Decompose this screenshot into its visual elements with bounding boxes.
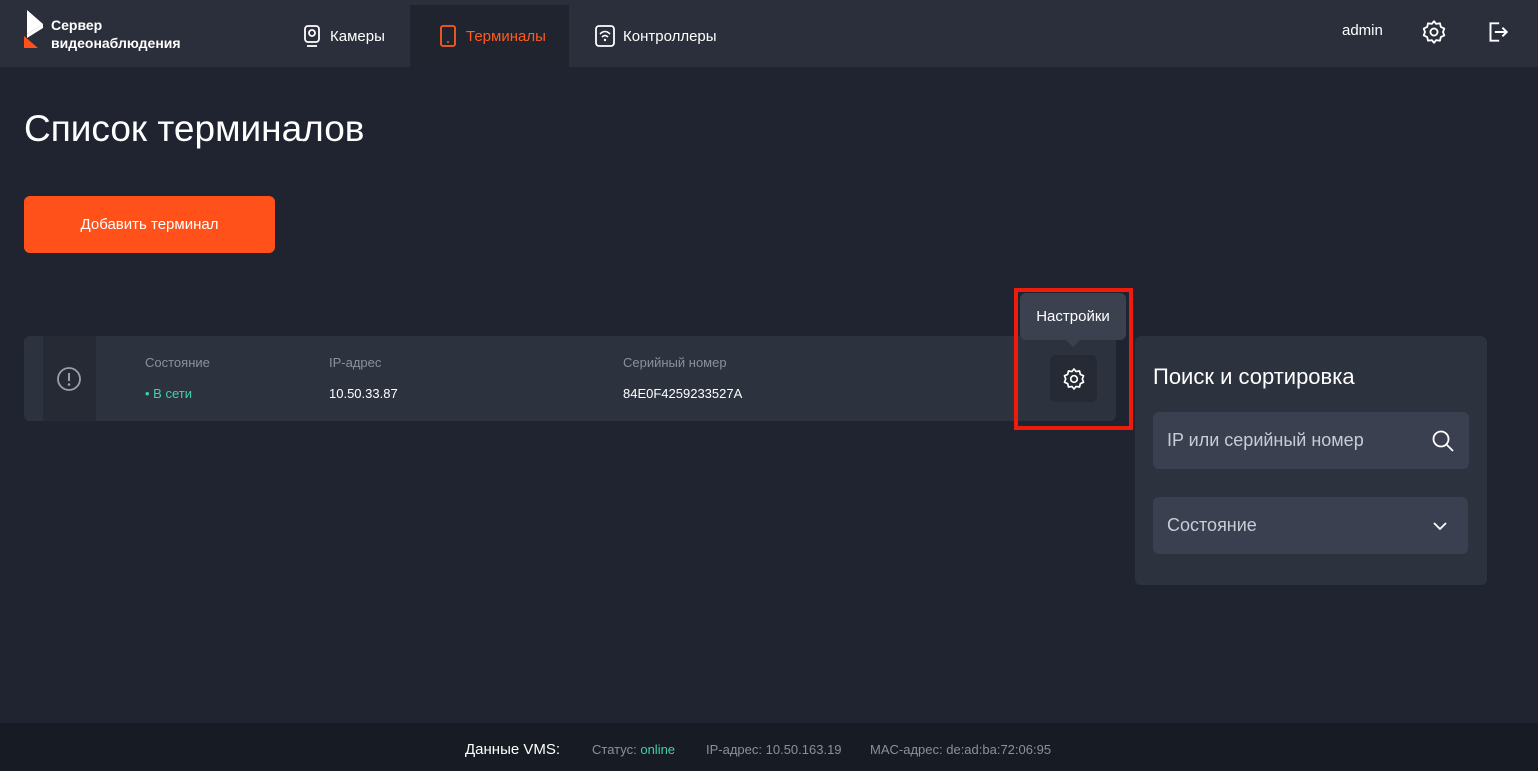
ip-label: IP-адрес: [329, 355, 382, 370]
tooltip-arrow: [1066, 340, 1080, 347]
nav-controllers-label: Контроллеры: [623, 27, 717, 45]
status-label: Состояние: [145, 355, 210, 370]
nav-controllers[interactable]: Контроллеры: [595, 5, 737, 67]
camera-icon: [304, 25, 320, 47]
nav-cameras[interactable]: Камеры: [302, 5, 405, 67]
logo-text: Сервер видеонаблюдения: [51, 16, 181, 52]
footer-mac: MAC-адрес: de:ad:ba:72:06:95: [870, 742, 1051, 757]
logo[interactable]: Сервер видеонаблюдения: [24, 10, 214, 52]
wifi-controller-icon: [595, 25, 615, 47]
ip-value: 10.50.33.87: [329, 386, 398, 401]
page-title: Список терминалов: [24, 108, 365, 149]
chevron-down-icon: [1433, 522, 1447, 531]
footer-title: Данные VMS:: [465, 741, 561, 758]
gear-icon[interactable]: [1421, 19, 1447, 45]
footer-mac-value: de:ad:ba:72:06:95: [946, 742, 1052, 757]
terminal-card[interactable]: Состояние • В сети IP-адрес 10.50.33.87 …: [24, 336, 1116, 421]
footer-ip-value: 10.50.163.19: [765, 742, 842, 757]
settings-tooltip: Настройки: [1020, 293, 1126, 340]
search-icon[interactable]: [1431, 429, 1455, 453]
gear-icon: [1063, 367, 1084, 390]
top-bar: Сервер видеонаблюдения Камеры Терминалы …: [0, 0, 1538, 67]
user-name[interactable]: admin: [1342, 22, 1383, 39]
nav-terminals-label: Терминалы: [466, 27, 546, 45]
terminal-settings-button[interactable]: [1050, 355, 1097, 402]
search-sort-panel: Поиск и сортировка Состояние: [1135, 336, 1487, 585]
panel-title: Поиск и сортировка: [1153, 364, 1355, 389]
status-badge: • В сети: [145, 386, 192, 401]
footer-status: Статус: online: [592, 742, 675, 757]
logout-icon[interactable]: [1484, 19, 1510, 45]
footer-ip: IP-адрес: 10.50.163.19: [706, 742, 842, 757]
nav-cameras-label: Камеры: [330, 27, 385, 45]
logo-line-1: Сервер: [51, 17, 103, 33]
footer: Данные VMS: Статус: online IP-адрес: 10.…: [0, 723, 1538, 771]
status-strip: [43, 336, 96, 421]
search-box[interactable]: [1153, 412, 1469, 469]
footer-status-value: online: [640, 742, 676, 757]
alert-circle-icon[interactable]: [56, 366, 82, 392]
footer-status-label: Статус:: [592, 742, 637, 757]
add-terminal-button[interactable]: Добавить терминал: [24, 196, 275, 253]
footer-ip-label: IP-адрес:: [706, 742, 762, 757]
tablet-icon: [440, 25, 456, 47]
serial-label: Серийный номер: [623, 355, 727, 370]
status-select-label: Состояние: [1167, 515, 1257, 535]
serial-value: 84E0F4259233527A: [623, 386, 743, 401]
logo-icon: [24, 10, 43, 48]
search-input[interactable]: [1167, 412, 1417, 469]
nav-terminals[interactable]: Терминалы: [410, 5, 569, 67]
status-select[interactable]: Состояние: [1153, 497, 1468, 554]
logo-line-2: видеонаблюдения: [51, 35, 181, 51]
footer-mac-label: MAC-адрес:: [870, 742, 943, 757]
